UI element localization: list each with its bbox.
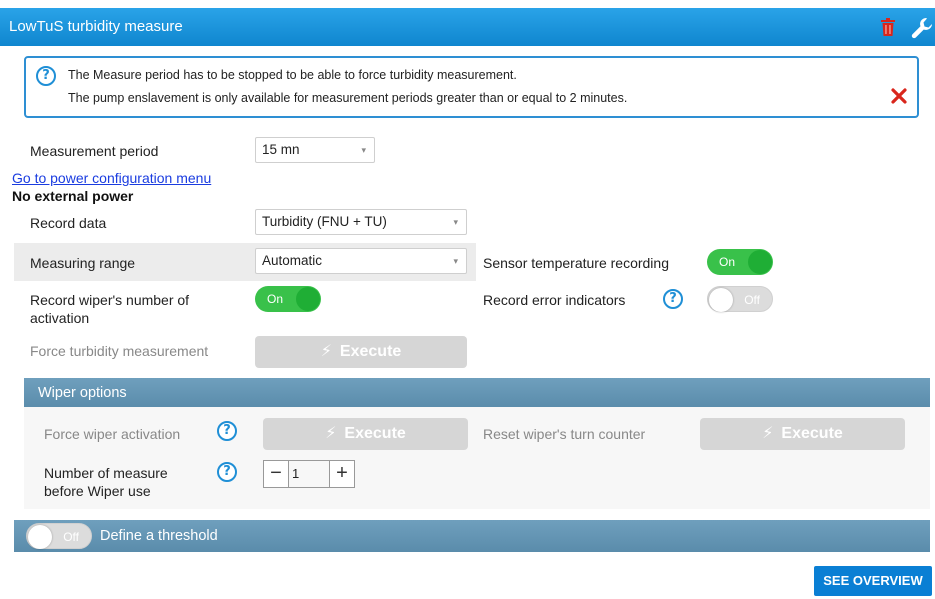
close-icon[interactable] — [891, 88, 907, 104]
wiper-count-label: Record wiper's number of — [30, 292, 190, 308]
force-wiper-button[interactable]: ⚡︎ Execute — [263, 418, 468, 450]
chevron-down-icon: ▾ — [453, 256, 458, 266]
measurement-period-select[interactable]: 15 mn ▾ — [255, 137, 375, 163]
chevron-down-icon: ▾ — [453, 217, 458, 227]
info-line: The pump enslavement is only available f… — [68, 91, 628, 105]
threshold-header: Off Define a threshold — [14, 520, 930, 552]
wiper-count-label: activation — [30, 310, 90, 326]
error-indicators-toggle[interactable]: Off — [707, 286, 773, 312]
power-config-link[interactable]: Go to power configuration menu — [12, 170, 211, 186]
help-icon[interactable]: ? — [217, 421, 237, 441]
record-data-label: Record data — [30, 215, 107, 231]
sensor-temp-label: Sensor temperature recording — [483, 255, 669, 271]
chevron-down-icon: ▾ — [361, 145, 366, 155]
panel-title: LowTuS turbidity measure — [9, 18, 183, 35]
turbidity-panel: LowTuS turbidity measure ? The Measure p… — [0, 0, 935, 599]
execute-label: Execute — [344, 425, 406, 442]
increment-button[interactable]: + — [329, 460, 355, 488]
execute-label: Execute — [781, 425, 843, 442]
toggle-state: Off — [744, 293, 760, 307]
quantity-stepper: − 1 + — [263, 460, 355, 488]
reset-counter-button[interactable]: ⚡︎ Execute — [700, 418, 905, 450]
execute-label: Execute — [339, 343, 402, 360]
toggle-state: Off — [63, 530, 79, 544]
toggle-knob — [28, 525, 52, 549]
help-icon: ? — [36, 66, 56, 86]
threshold-label: Define a threshold — [100, 528, 218, 544]
see-overview-button[interactable]: SEE OVERVIEW — [814, 566, 932, 596]
wiper-options-header: Wiper options — [24, 378, 930, 408]
force-wiper-label: Force wiper activation — [44, 426, 181, 442]
decrement-button[interactable]: − — [263, 460, 289, 488]
force-turbidity-label: Force turbidity measurement — [30, 343, 209, 359]
error-indicators-label: Record error indicators — [483, 292, 626, 308]
measuring-range-label: Measuring range — [30, 255, 136, 271]
reset-counter-label: Reset wiper's turn counter — [483, 426, 646, 442]
info-box: ? The Measure period has to be stopped t… — [24, 56, 919, 118]
measures-before-label: Number of measure — [44, 465, 168, 481]
measures-before-label: before Wiper use — [44, 483, 151, 499]
wiper-count-toggle[interactable]: On — [255, 286, 321, 312]
info-line: The Measure period has to be stopped to … — [68, 68, 517, 82]
bolt-icon: ⚡︎ — [762, 425, 774, 442]
power-status: No external power — [12, 188, 134, 204]
stepper-value[interactable]: 1 — [289, 460, 329, 488]
toggle-knob — [709, 288, 733, 312]
measurement-period-value: 15 mn — [262, 142, 300, 157]
record-data-value: Turbidity (FNU + TU) — [262, 214, 387, 229]
record-data-select[interactable]: Turbidity (FNU + TU) ▾ — [255, 209, 467, 235]
measuring-range-value: Automatic — [262, 253, 323, 268]
wrench-icon[interactable] — [911, 17, 933, 39]
wiper-options-title: Wiper options — [38, 385, 127, 401]
measuring-range-select[interactable]: Automatic ▾ — [255, 248, 467, 274]
toggle-knob — [748, 250, 772, 274]
force-turbidity-button[interactable]: ⚡︎ Execute — [255, 336, 467, 368]
toggle-state: On — [267, 292, 284, 306]
bolt-icon: ⚡︎ — [320, 343, 332, 360]
toggle-knob — [296, 287, 320, 311]
sensor-temp-toggle[interactable]: On — [707, 249, 773, 275]
threshold-toggle[interactable]: Off — [26, 523, 92, 549]
bolt-icon: ⚡︎ — [325, 425, 337, 442]
measurement-period-label: Measurement period — [30, 143, 159, 159]
trash-icon[interactable] — [881, 18, 895, 36]
help-icon[interactable]: ? — [663, 289, 683, 309]
panel-header: LowTuS turbidity measure — [0, 8, 935, 46]
toggle-state: On — [719, 255, 736, 269]
help-icon[interactable]: ? — [217, 462, 237, 482]
